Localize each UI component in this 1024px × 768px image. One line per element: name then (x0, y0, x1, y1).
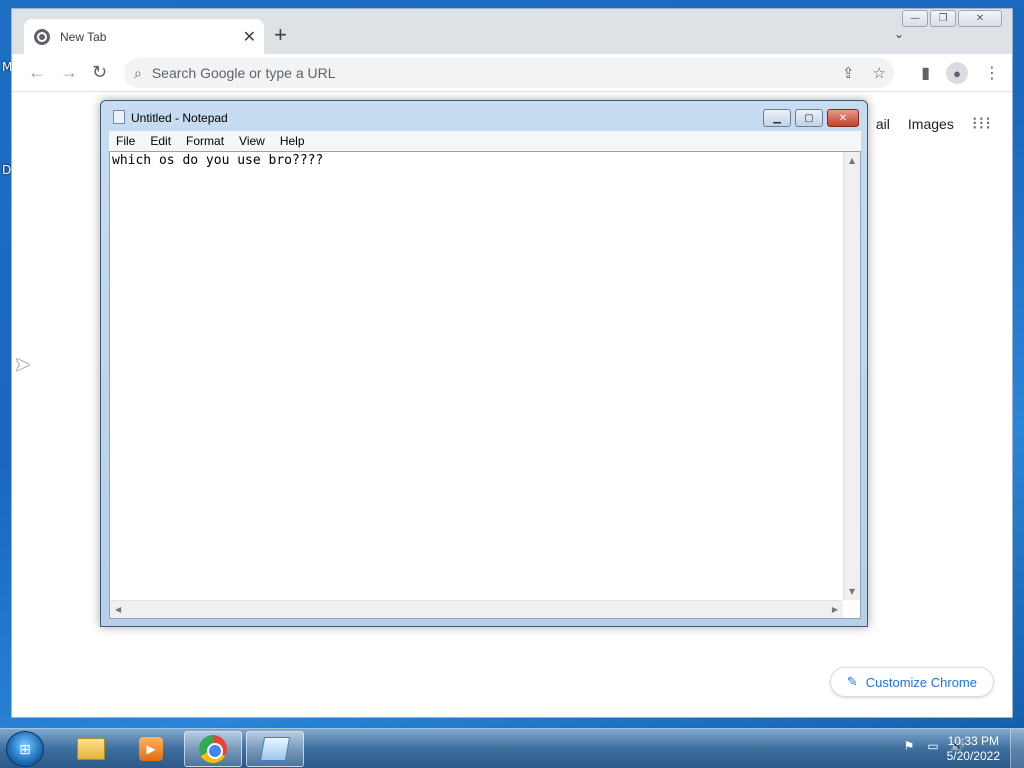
taskbar-notepad[interactable] (246, 731, 304, 767)
customize-chrome-button[interactable]: ✎ Customize Chrome (829, 667, 994, 697)
scroll-left-icon[interactable]: ◀ (115, 605, 121, 614)
omnibox-placeholder[interactable]: Search Google or type a URL (152, 65, 336, 81)
omnibox[interactable]: ⌕ Search Google or type a URL ⇪ ☆ (124, 58, 894, 88)
chrome-toolbar: ← → ↻ ⌕ Search Google or type a URL ⇪ ☆ … (12, 54, 1012, 92)
network-icon[interactable]: ▭ (926, 739, 940, 753)
back-icon[interactable]: ← (28, 62, 46, 82)
close-button[interactable]: ✕ (958, 10, 1002, 27)
horizontal-scrollbar[interactable]: ◀ ▶ (110, 600, 843, 618)
close-tab-icon[interactable]: ✕ (243, 27, 256, 47)
menu-file[interactable]: File (109, 134, 143, 148)
notepad-icon (259, 737, 291, 761)
new-tab-button[interactable]: + (274, 24, 287, 46)
minimize-button[interactable]: — (902, 10, 928, 27)
scroll-up-icon[interactable]: ▲ (849, 156, 855, 165)
search-icon: ⌕ (134, 64, 142, 81)
reload-icon[interactable]: ↻ (92, 62, 107, 82)
share-icon[interactable]: ⇪ (842, 64, 855, 82)
notepad-text-area[interactable]: which os do you use bro???? ▲ ▼ ◀ ▶ (109, 151, 861, 619)
desktop-icon-label[interactable]: D (2, 163, 11, 177)
menu-help[interactable]: Help (273, 134, 313, 148)
folder-icon (77, 738, 105, 760)
side-panel-icon[interactable]: ▮ (921, 63, 930, 83)
notepad-close-button[interactable]: ✕ (827, 109, 859, 127)
scroll-down-icon[interactable]: ▼ (849, 587, 855, 596)
notepad-content[interactable]: which os do you use bro???? (112, 153, 323, 168)
apps-grid-icon[interactable]: ⁝⁝⁝ (972, 113, 992, 134)
media-player-icon: ▶ (139, 737, 163, 761)
chrome-tabstrip: New Tab ✕ + ⌄ — ❐ ✕ (12, 9, 1012, 54)
menu-format[interactable]: Format (179, 134, 232, 148)
taskbar: ⊞ ▶ ⚑ ▭ 🔊 10:33 PM 5/20/2022 (0, 728, 1024, 768)
scroll-right-icon[interactable]: ▶ (832, 605, 838, 614)
start-button[interactable]: ⊞ (6, 731, 44, 767)
images-link[interactable]: Images (908, 116, 954, 132)
vertical-scrollbar[interactable]: ▲ ▼ (843, 152, 860, 600)
notepad-maximize-button[interactable]: ▢ (795, 109, 823, 127)
tab-title: New Tab (60, 29, 107, 44)
taskbar-media-player[interactable]: ▶ (122, 731, 180, 767)
ntp-top-links: ail Images ⁝⁝⁝ (876, 113, 992, 134)
mouse-cursor-icon: ➤ (14, 352, 31, 376)
pencil-icon: ✎ (846, 674, 858, 689)
bookmark-star-icon[interactable]: ☆ (873, 64, 886, 82)
tab-new-tab[interactable]: New Tab ✕ (24, 19, 264, 54)
menu-view[interactable]: View (232, 134, 273, 148)
taskbar-explorer[interactable] (62, 731, 120, 767)
show-desktop-button[interactable] (1010, 729, 1024, 768)
notepad-icon (113, 110, 125, 124)
menu-kebab-icon[interactable]: ⋮ (984, 63, 1000, 83)
customize-chrome-label: Customize Chrome (865, 674, 977, 690)
notepad-minimize-button[interactable]: ▁ (763, 109, 791, 127)
notepad-window: Untitled - Notepad ▁ ▢ ✕ File Edit Forma… (100, 100, 868, 627)
gmail-link[interactable]: ail (876, 116, 890, 132)
notepad-titlebar[interactable]: Untitled - Notepad ▁ ▢ ✕ (101, 101, 867, 129)
taskbar-chrome[interactable] (184, 731, 242, 767)
forward-icon[interactable]: → (60, 62, 78, 82)
clock-date: 5/20/2022 (946, 749, 1000, 763)
profile-avatar-icon[interactable]: ● (946, 62, 968, 84)
chrome-window-controls: — ❐ ✕ (902, 10, 1002, 27)
notepad-menubar: File Edit Format View Help (109, 131, 861, 151)
chrome-favicon-icon (34, 28, 50, 45)
windows-logo-icon: ⊞ (19, 740, 31, 757)
action-center-flag-icon[interactable]: ⚑ (902, 739, 916, 753)
clock[interactable]: 10:33 PM 5/20/2022 (947, 734, 1000, 764)
maximize-button[interactable]: ❐ (930, 10, 956, 27)
notepad-title: Untitled - Notepad (131, 111, 228, 125)
menu-edit[interactable]: Edit (143, 134, 179, 148)
clock-time: 10:33 PM (947, 734, 999, 748)
chrome-icon (199, 735, 227, 763)
tab-search-icon[interactable]: ⌄ (894, 27, 904, 41)
